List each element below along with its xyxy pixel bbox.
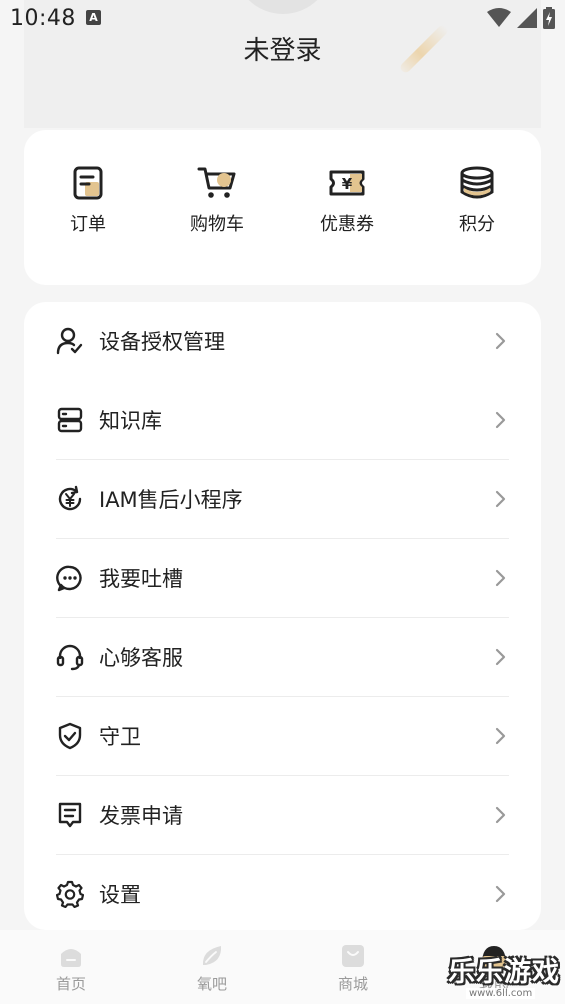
order-icon: [73, 166, 103, 200]
status-time: 10:48: [10, 6, 76, 31]
menu-item-invoice[interactable]: 发票申请: [24, 776, 541, 855]
headset-icon: [56, 644, 84, 671]
chevron-right-icon: [495, 806, 506, 824]
menu-item-label: 知识库: [99, 409, 162, 433]
chevron-right-icon: [495, 490, 506, 508]
profile-page: 未登录 10:48 A 订单 购物车 ¥ 优惠券 积分 设备授权管理 知识库 I…: [0, 0, 565, 1004]
menu-item-label: 心够客服: [99, 646, 183, 670]
quick-action-label: 购物车: [190, 214, 244, 235]
server-icon: [57, 407, 83, 433]
invoice-icon: [58, 802, 82, 828]
nav-label: 商城: [337, 975, 368, 993]
shop-bag-icon: [342, 945, 364, 967]
menu-item-guard[interactable]: 守卫: [24, 697, 541, 776]
menu-item-label: 设置: [99, 883, 141, 907]
menu-item-settings[interactable]: 设置: [24, 855, 541, 934]
shield-icon: [58, 722, 82, 750]
quick-action-label: 优惠券: [320, 214, 374, 235]
nav-tab-mall[interactable]: 商城: [308, 944, 398, 994]
menu-item-label: 我要吐槽: [99, 567, 183, 591]
battery-icon: [543, 7, 555, 29]
watermark-url: www.6ll.com: [466, 988, 536, 999]
cart-icon: [197, 167, 236, 198]
nav-label: 首页: [55, 975, 86, 993]
menu-item-iam-after-sales[interactable]: IAM售后小程序: [24, 460, 541, 539]
wifi-icon: [487, 8, 511, 27]
watermark-text: 乐乐游戏: [448, 957, 560, 988]
quick-action-label: 积分: [459, 214, 495, 235]
chevron-right-icon: [495, 885, 506, 903]
home-icon: [61, 949, 81, 967]
gear-icon: [56, 880, 84, 908]
menu-item-label: 发票申请: [99, 804, 183, 828]
status-bar: 10:48 A: [0, 0, 565, 38]
menu-item-label: 设备授权管理: [99, 330, 225, 354]
quick-actions-card: 订单 购物车 ¥ 优惠券 积分: [24, 130, 541, 285]
menu-item-label: IAM售后小程序: [99, 488, 243, 512]
chevron-right-icon: [495, 569, 506, 587]
chat-bubble-icon: [56, 565, 82, 592]
nav-tab-home[interactable]: 首页: [26, 944, 116, 994]
nav-tab-oxygen-bar[interactable]: 氧吧: [167, 944, 257, 994]
points-icon: [460, 166, 494, 199]
svg-text:¥: ¥: [342, 175, 353, 193]
menu-item-knowledge-base[interactable]: 知识库: [24, 381, 541, 460]
quick-action-order[interactable]: 订单: [33, 166, 143, 256]
status-icons: [487, 7, 555, 29]
coupon-icon: ¥: [329, 170, 365, 196]
quick-action-cart[interactable]: 购物车: [162, 166, 272, 256]
notification-app-icon: A: [86, 10, 101, 25]
signal-icon: [517, 8, 537, 28]
menu-item-feedback[interactable]: 我要吐槽: [24, 539, 541, 618]
nav-label: 氧吧: [196, 975, 227, 993]
chevron-right-icon: [495, 332, 506, 350]
quick-action-label: 订单: [70, 214, 106, 235]
yen-refresh-icon: [58, 485, 82, 511]
chevron-right-icon: [495, 648, 506, 666]
chevron-right-icon: [495, 727, 506, 745]
leaf-icon: [202, 946, 222, 965]
quick-action-coupon[interactable]: ¥ 优惠券: [292, 166, 402, 256]
chevron-right-icon: [495, 411, 506, 429]
quick-action-points[interactable]: 积分: [422, 166, 532, 256]
menu-card: 设备授权管理 知识库 IAM售后小程序 我要吐槽 心够客服 守卫 发票申请 设置: [24, 302, 541, 930]
menu-item-device-authorization[interactable]: 设备授权管理: [24, 302, 541, 381]
watermark: 乐乐游戏 www.6ll.com: [448, 950, 565, 1004]
menu-item-label: 守卫: [99, 725, 141, 749]
user-check-icon: [56, 327, 83, 355]
menu-item-customer-service[interactable]: 心够客服: [24, 618, 541, 697]
